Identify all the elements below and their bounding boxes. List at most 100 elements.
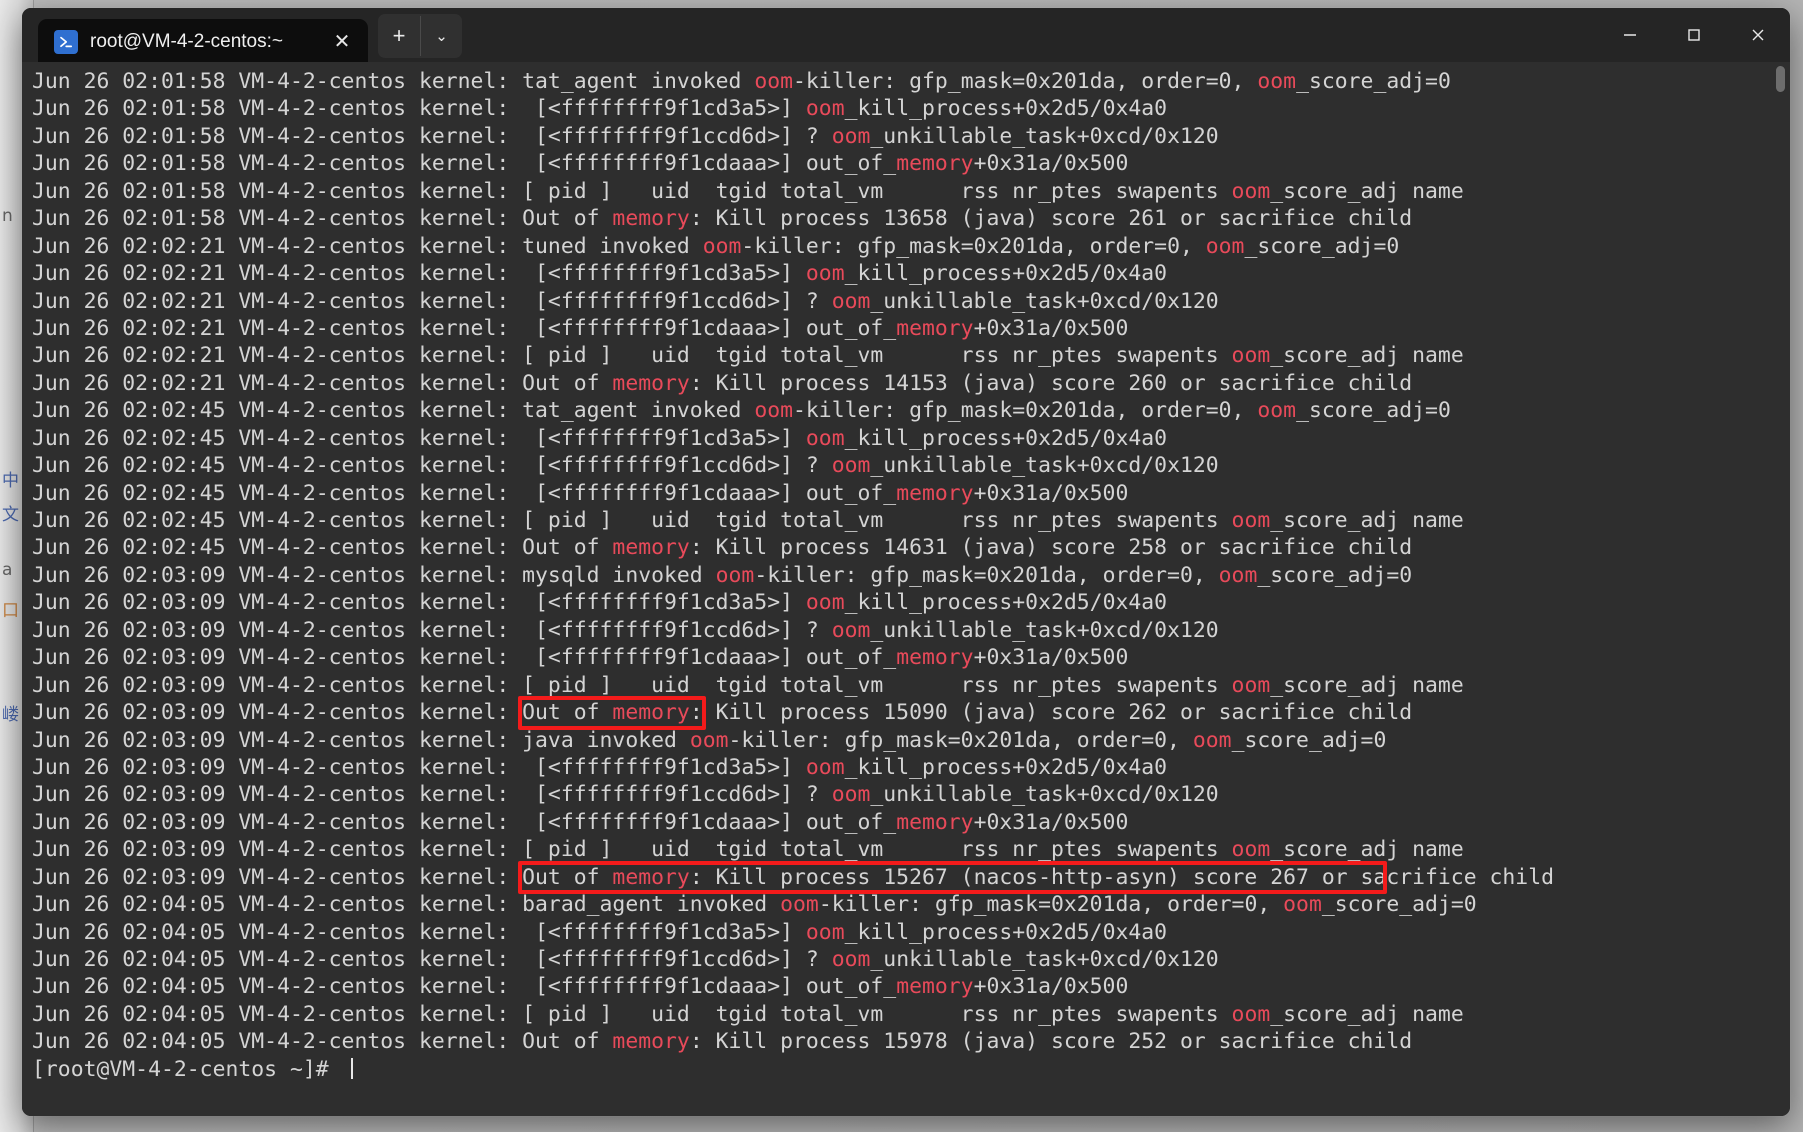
- console-text-run: Jun 26 02:02:21 VM-4-2-centos kernel: tu…: [32, 233, 703, 259]
- shell-prompt-line: [root@VM-4-2-centos ~]#: [32, 1056, 1790, 1083]
- console-text-run: Jun 26 02:02:45 VM-4-2-centos kernel: [<…: [32, 480, 897, 506]
- shell-prompt: [root@VM-4-2-centos ~]#: [32, 1056, 342, 1082]
- console-text-run: _score_adj name: [1270, 178, 1464, 204]
- console-text-run: -killer: gfp_mask=0x201da, order=0,: [793, 398, 1258, 424]
- grep-match: oom: [1205, 233, 1245, 259]
- console-text-run: Jun 26 02:02:21 VM-4-2-centos kernel: [<…: [32, 315, 897, 341]
- close-button[interactable]: [1726, 8, 1790, 62]
- console-line: Jun 26 02:03:09 VM-4-2-centos kernel: [<…: [32, 781, 1790, 808]
- console-text-run: Jun 26 02:01:58 VM-4-2-centos kernel: [<…: [32, 96, 806, 122]
- terminal-output-area[interactable]: Jun 26 02:01:58 VM-4-2-centos kernel: ta…: [22, 62, 1790, 1116]
- console-text-run: -killer: gfp_mask=0x201da, order=0,: [793, 69, 1258, 94]
- grep-match: memory: [896, 151, 974, 177]
- console-text-run: Jun 26 02:02:21 VM-4-2-centos kernel: [<…: [32, 261, 806, 287]
- console-line: Jun 26 02:04:05 VM-4-2-centos kernel: [<…: [32, 946, 1790, 973]
- grep-match: oom: [1218, 562, 1258, 588]
- text-cursor: [350, 1057, 353, 1079]
- console-text-run: _kill_process+0x2d5/0x4a0: [844, 261, 1168, 287]
- console-text-run: Jun 26 02:02:45 VM-4-2-centos kernel: [<…: [32, 453, 832, 479]
- grep-match: memory: [612, 535, 690, 561]
- console-text-run: +0x31a/0x500: [973, 315, 1129, 341]
- console-line: Jun 26 02:02:21 VM-4-2-centos kernel: [<…: [32, 315, 1790, 342]
- terminal-tab[interactable]: root@VM-4-2-centos:~ ✕: [38, 19, 368, 65]
- console-text-run: Jun 26 02:02:45 VM-4-2-centos kernel: ta…: [32, 398, 755, 424]
- grep-match: oom: [805, 261, 845, 287]
- console-text-run: Jun 26 02:03:09 VM-4-2-centos kernel: [<…: [32, 617, 832, 643]
- bg-glyph-2: 文: [2, 505, 19, 525]
- maximize-button[interactable]: [1662, 8, 1726, 62]
- console-line: Jun 26 02:02:45 VM-4-2-centos kernel: Ou…: [32, 534, 1790, 561]
- scrollbar-thumb[interactable]: [1776, 66, 1785, 92]
- grep-match: oom: [754, 398, 794, 424]
- console-text-run: +0x31a/0x500: [973, 974, 1129, 1000]
- console-text-run: Jun 26 02:03:09 VM-4-2-centos kernel: [<…: [32, 645, 897, 671]
- console-line: Jun 26 02:03:09 VM-4-2-centos kernel: [<…: [32, 589, 1790, 616]
- console-text-run: _score_adj name: [1270, 672, 1464, 698]
- new-tab-button[interactable]: +: [378, 16, 420, 56]
- window-controls: [1598, 8, 1790, 62]
- bg-glyph-5: 嵝: [2, 705, 19, 725]
- grep-match: memory: [612, 700, 690, 726]
- console-text-run: Jun 26 02:04:05 VM-4-2-centos kernel: [<…: [32, 947, 832, 972]
- tab-close-icon[interactable]: ✕: [328, 32, 356, 52]
- console-line: Jun 26 02:03:09 VM-4-2-centos kernel: [ …: [32, 672, 1790, 699]
- console-text-run: _kill_process+0x2d5/0x4a0: [844, 754, 1168, 780]
- grep-match: oom: [805, 919, 845, 945]
- console-text-run: Jun 26 02:03:09 VM-4-2-centos kernel: [<…: [32, 809, 897, 835]
- console-text-run: Jun 26 02:03:09 VM-4-2-centos kernel: Ou…: [32, 864, 613, 890]
- scrollbar-track[interactable]: [1774, 62, 1788, 1116]
- console-text-run: Jun 26 02:03:09 VM-4-2-centos kernel: my…: [32, 562, 716, 588]
- console-text-run: Jun 26 02:02:45 VM-4-2-centos kernel: [<…: [32, 425, 806, 451]
- console-line: Jun 26 02:04:05 VM-4-2-centos kernel: [ …: [32, 1001, 1790, 1028]
- console-text-run: -killer: gfp_mask=0x201da, order=0,: [818, 892, 1284, 918]
- console-line: Jun 26 02:01:58 VM-4-2-centos kernel: [<…: [32, 95, 1790, 122]
- grep-match: oom: [1231, 837, 1271, 863]
- console-text-run: _score_adj=0: [1244, 233, 1400, 259]
- grep-match: oom: [805, 590, 845, 616]
- grep-match: oom: [805, 754, 845, 780]
- console-line: Jun 26 02:02:45 VM-4-2-centos kernel: [ …: [32, 507, 1790, 534]
- console-text-run: _score_adj=0: [1296, 398, 1451, 424]
- console-text-run: _unkillable_task+0xcd/0x120: [870, 617, 1219, 643]
- minimize-button[interactable]: [1598, 8, 1662, 62]
- grep-match: oom: [805, 425, 845, 451]
- grep-match: oom: [1231, 1001, 1271, 1027]
- grep-match: oom: [831, 453, 871, 479]
- console-text-run: _score_adj=0: [1321, 892, 1477, 918]
- console-line: Jun 26 02:02:45 VM-4-2-centos kernel: [<…: [32, 425, 1790, 452]
- console-line: Jun 26 02:03:09 VM-4-2-centos kernel: my…: [32, 562, 1790, 589]
- grep-match: memory: [896, 645, 974, 671]
- console-text-run: +0x31a/0x500: [973, 151, 1129, 177]
- console-text-run: Jun 26 02:03:09 VM-4-2-centos kernel: [<…: [32, 782, 832, 808]
- console-text-run: _unkillable_task+0xcd/0x120: [870, 123, 1219, 149]
- console-text-run: : Kill process 15978 (java) score 252 or…: [689, 1029, 1413, 1055]
- grep-match: oom: [831, 288, 871, 314]
- console-line: Jun 26 02:03:09 VM-4-2-centos kernel: [<…: [32, 617, 1790, 644]
- grep-match: oom: [1192, 727, 1232, 753]
- chevron-down-icon[interactable]: ⌄: [420, 16, 462, 56]
- console-text-run: _score_adj name: [1270, 837, 1464, 863]
- console-text-run: Jun 26 02:04:05 VM-4-2-centos kernel: ba…: [32, 892, 781, 918]
- console-text-run: Jun 26 02:03:09 VM-4-2-centos kernel: [ …: [32, 672, 1232, 698]
- bg-glyph-4: 口: [2, 601, 19, 621]
- grep-match: oom: [1231, 178, 1271, 204]
- powershell-icon: [54, 30, 78, 54]
- grep-match: memory: [896, 480, 974, 506]
- console-text-run: : Kill process 15090 (java) score 262 or…: [689, 700, 1413, 726]
- grep-match: oom: [1257, 69, 1297, 94]
- tab-title: root@VM-4-2-centos:~: [90, 31, 283, 52]
- terminal-window[interactable]: root@VM-4-2-centos:~ ✕ + ⌄ Jun 26 02:01:…: [22, 8, 1790, 1116]
- grep-match: oom: [1231, 672, 1271, 698]
- console-text-run: Jun 26 02:01:58 VM-4-2-centos kernel: ta…: [32, 69, 755, 94]
- grep-match: oom: [831, 782, 871, 808]
- console-line: Jun 26 02:02:21 VM-4-2-centos kernel: [ …: [32, 342, 1790, 369]
- console-text-run: _unkillable_task+0xcd/0x120: [870, 782, 1219, 808]
- tab-actions: + ⌄: [378, 14, 462, 58]
- grep-match: oom: [1231, 343, 1271, 369]
- console-line: Jun 26 02:02:21 VM-4-2-centos kernel: Ou…: [32, 370, 1790, 397]
- console-text-run: _kill_process+0x2d5/0x4a0: [844, 96, 1168, 122]
- console-line: Jun 26 02:03:09 VM-4-2-centos kernel: Ou…: [32, 864, 1790, 891]
- console-text-run: Jun 26 02:01:58 VM-4-2-centos kernel: [ …: [32, 178, 1232, 204]
- console-text-run: +0x31a/0x500: [973, 809, 1129, 835]
- console-text-run: Jun 26 02:02:21 VM-4-2-centos kernel: Ou…: [32, 370, 613, 396]
